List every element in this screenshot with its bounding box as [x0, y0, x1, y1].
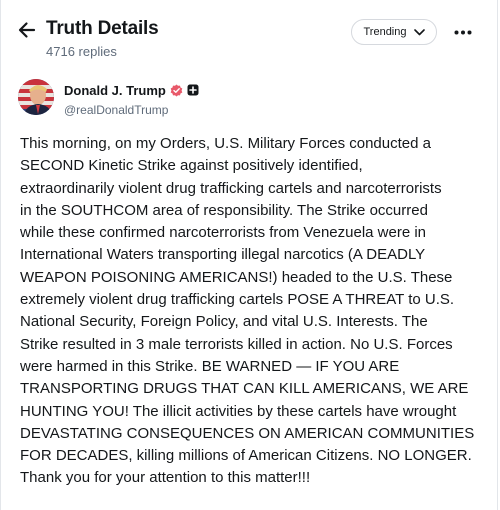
plus-badge-icon [187, 84, 199, 96]
more-options-button[interactable] [449, 22, 477, 42]
post-body: This morning, on my Orders, U.S. Militar… [20, 135, 475, 487]
avatar[interactable] [18, 79, 54, 115]
sort-label: Trending [363, 26, 407, 38]
title-block: Truth Details 4716 replies [46, 18, 159, 60]
chevron-down-icon [413, 28, 425, 35]
avatar-image [18, 79, 54, 115]
back-button[interactable] [15, 18, 39, 42]
truth-details-panel: Truth Details 4716 replies Trending Dona… [0, 0, 498, 510]
verified-badge-icon [170, 84, 183, 96]
author-name[interactable]: Donald J. Trump [64, 83, 166, 98]
author-info: Donald J. Trump @realDonaldTrump [64, 82, 199, 117]
author-handle[interactable]: @realDonaldTrump [64, 103, 199, 117]
ellipsis-horizontal-icon [454, 30, 472, 34]
reply-count: 4716 replies [46, 44, 117, 59]
sort-dropdown[interactable]: Trending [351, 19, 437, 45]
page-title: Truth Details [46, 18, 159, 39]
page-header: Truth Details 4716 replies Trending [1, 0, 497, 66]
arrow-left-icon [18, 22, 36, 38]
name-row: Donald J. Trump [64, 82, 199, 98]
